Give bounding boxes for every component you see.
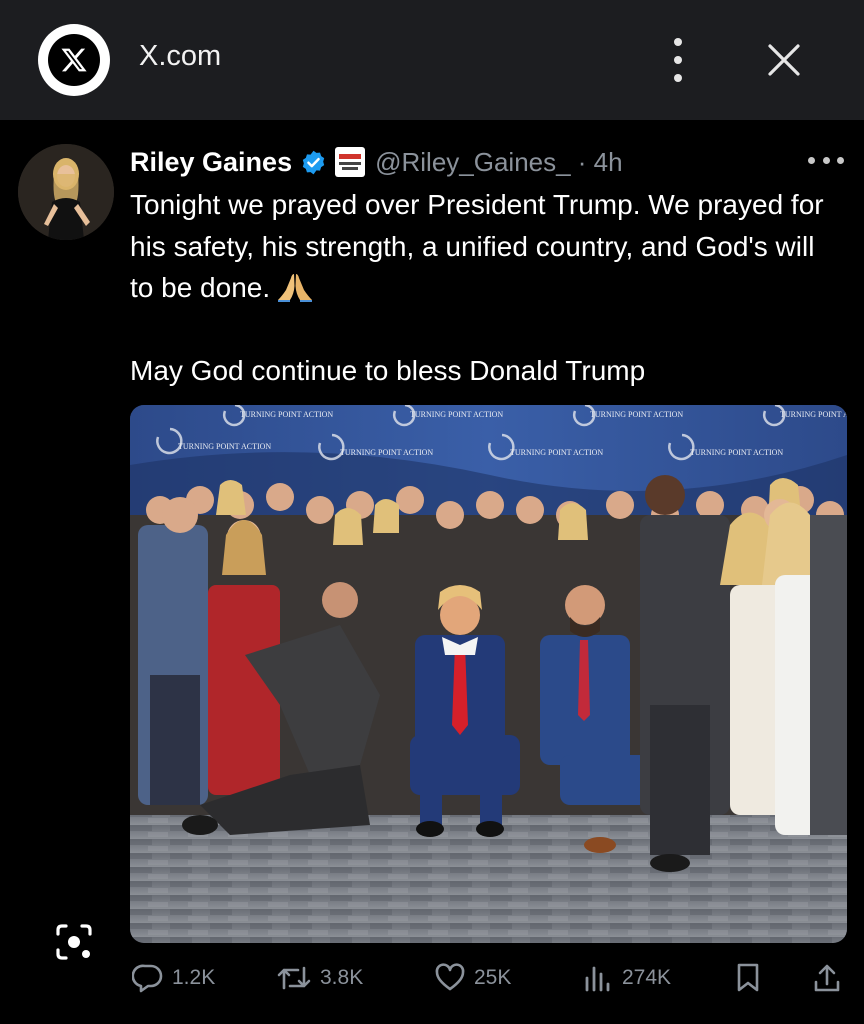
bookmark-icon[interactable] — [734, 955, 762, 1001]
post-actions-bar: 1.2K 3.8K 25K 274K — [0, 955, 864, 1001]
handle-and-time[interactable]: @Riley_Gaines_ · 4h — [375, 147, 623, 178]
post-header: Riley Gaines @Riley_Gaines_ · 4h — [130, 143, 623, 181]
like-count: 25K — [474, 966, 512, 989]
repost-button[interactable]: 3.8K — [276, 955, 363, 1001]
share-icon[interactable] — [812, 955, 842, 1001]
affiliation-badge-icon[interactable] — [335, 147, 366, 177]
views-count: 274K — [622, 966, 672, 989]
heart-icon — [435, 963, 465, 991]
post-text: Tonight we prayed over President Trump. … — [130, 184, 830, 391]
banner-text: TURNING POINT ACTION — [178, 442, 271, 451]
reply-count: 1.2K — [172, 966, 216, 989]
app-title: X.com — [139, 40, 222, 72]
repost-count: 3.8K — [320, 966, 364, 989]
post-text-paragraph-1: Tonight we prayed over President Trump. … — [130, 189, 824, 303]
like-button[interactable]: 25K — [434, 955, 511, 1001]
views-button[interactable]: 274K — [582, 955, 671, 1001]
praying-hands-icon — [276, 272, 314, 302]
banner-text: TURNING POINT ACTION — [240, 410, 333, 419]
verified-badge-icon — [300, 149, 327, 176]
banner-text: TURNING POINT ACTION — [510, 448, 603, 457]
banner-text: TURNING POINT ACTION — [340, 448, 433, 457]
banner-text: TURNING POINT ACTION — [780, 410, 847, 419]
banner-text: TURNING POINT ACTION — [590, 410, 683, 419]
post-photo[interactable]: TURNING POINT ACTION TURNING POINT ACTIO… — [130, 405, 847, 943]
app-bar: X.com — [0, 0, 864, 120]
repost-icon — [277, 966, 311, 990]
close-icon[interactable] — [764, 40, 804, 80]
views-icon — [585, 966, 610, 992]
reply-button[interactable]: 1.2K — [132, 955, 215, 1001]
more-vertical-icon[interactable] — [668, 38, 688, 82]
avatar[interactable] — [18, 144, 114, 240]
author-name[interactable]: Riley Gaines — [130, 147, 292, 178]
reply-icon — [132, 964, 163, 993]
more-horizontal-icon[interactable] — [808, 150, 844, 170]
x-logo-icon[interactable] — [38, 24, 110, 96]
post-text-paragraph-2: May God continue to bless Donald Trump — [130, 354, 646, 386]
banner-text: TURNING POINT ACTION — [410, 410, 503, 419]
banner-text: TURNING POINT ACTION — [690, 448, 783, 457]
